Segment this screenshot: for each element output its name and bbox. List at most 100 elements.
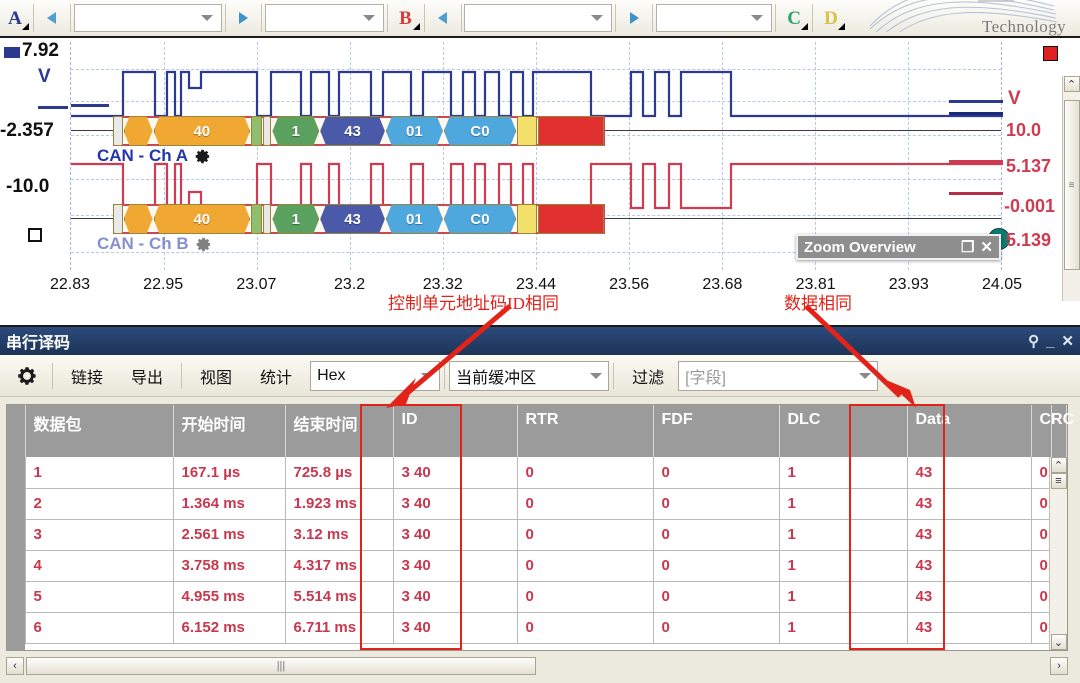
table-cell[interactable]: 01 C0 bbox=[1031, 488, 1052, 520]
table-cell[interactable]: 0 bbox=[653, 581, 780, 613]
channel-b-label-group[interactable]: CAN - Ch B bbox=[97, 234, 212, 254]
gear-icon[interactable] bbox=[195, 236, 212, 253]
cursor-b-button[interactable]: B bbox=[391, 3, 421, 33]
cursor-a-measure-combo[interactable] bbox=[265, 4, 384, 32]
table-row[interactable]: 54.955 ms5.514 ms3 400014301 C0 bbox=[7, 581, 1067, 613]
pin-icon[interactable]: ⚲ bbox=[1028, 332, 1039, 350]
table-cell[interactable]: 01 C0 bbox=[1031, 457, 1052, 489]
field-combo[interactable]: [字段] bbox=[678, 360, 879, 391]
table-cell[interactable]: 5.514 ms bbox=[285, 581, 394, 613]
table-cell[interactable]: 2.561 ms bbox=[173, 519, 286, 551]
table-cell[interactable]: 4.955 ms bbox=[173, 581, 286, 613]
table-cell[interactable]: 3 40 bbox=[393, 550, 518, 582]
table-cell[interactable]: 0 bbox=[653, 612, 780, 644]
table-cell[interactable]: 725.8 µs bbox=[285, 457, 394, 489]
table-cell[interactable]: 3.758 ms bbox=[173, 550, 286, 582]
decode-table-container[interactable]: 数据包 开始时间 结束时间 ID RTR FDF DLC Data CRC 1 167.1 µs 7… bbox=[6, 404, 1074, 651]
table-cell[interactable]: 5 bbox=[25, 581, 174, 613]
column-header-Data[interactable]: Data bbox=[907, 405, 1032, 457]
table-cell[interactable]: 01 C0 bbox=[1031, 519, 1052, 551]
decoded-frame-channel-b[interactable]: 40 1 43 01 C0 bbox=[113, 204, 605, 234]
table-cell[interactable]: 43 bbox=[907, 550, 1032, 582]
view-button[interactable]: 视图 bbox=[186, 361, 246, 391]
restore-icon[interactable]: ❐ bbox=[961, 238, 974, 256]
scope-vscroll-track[interactable]: ≡ bbox=[1063, 92, 1080, 301]
table-cell[interactable]: 6 bbox=[25, 612, 174, 644]
table-cell[interactable]: 1 bbox=[779, 457, 908, 489]
close-icon[interactable]: ✕ bbox=[1061, 332, 1074, 350]
scope-vscrollbar[interactable]: ⌃ ≡ ⌄ bbox=[1062, 76, 1080, 301]
stats-button[interactable]: 统计 bbox=[246, 361, 306, 391]
channel-b-enable-checkbox[interactable] bbox=[28, 228, 42, 242]
close-icon[interactable]: ✕ bbox=[980, 238, 993, 256]
table-cell[interactable]: 4 bbox=[25, 550, 174, 582]
table-cell[interactable]: 0 bbox=[653, 550, 780, 582]
table-cell[interactable]: 3 40 bbox=[393, 612, 518, 644]
table-cell[interactable]: 6.152 ms bbox=[173, 612, 286, 644]
column-header-ID[interactable]: ID bbox=[393, 405, 518, 457]
table-row[interactable]: 43.758 ms4.317 ms3 400014301 C0 bbox=[7, 550, 1067, 582]
minimize-icon[interactable]: _ bbox=[1046, 333, 1054, 350]
table-cell[interactable]: 43 bbox=[907, 612, 1032, 644]
column-header-数据包[interactable]: 数据包 bbox=[25, 405, 174, 457]
scroll-up-button[interactable]: ⌃ bbox=[1050, 457, 1067, 473]
table-cell[interactable]: 0 bbox=[517, 519, 654, 551]
cursor-a-button[interactable]: A bbox=[0, 3, 30, 33]
table-cell[interactable]: 3 40 bbox=[393, 581, 518, 613]
panel-hscrollbar[interactable]: ‹ ||| › bbox=[6, 655, 1068, 677]
table-cell[interactable]: 2 bbox=[25, 488, 174, 520]
table-vscroll-thumb[interactable]: ≡ bbox=[1050, 473, 1067, 489]
cursor-c-button[interactable]: C bbox=[779, 3, 809, 33]
table-cell[interactable]: 43 bbox=[907, 488, 1032, 520]
link-button[interactable]: 链接 bbox=[57, 361, 117, 391]
cursor-b-next-button[interactable] bbox=[619, 3, 649, 33]
cursor-d-button[interactable]: D bbox=[816, 3, 846, 33]
scroll-down-button[interactable]: ⌄ bbox=[1050, 634, 1067, 650]
table-cell[interactable]: 3 bbox=[25, 519, 174, 551]
table-cell[interactable]: 1 bbox=[779, 581, 908, 613]
panel-hscroll-track[interactable]: ||| bbox=[24, 657, 1050, 675]
filter-button[interactable]: 过滤 bbox=[618, 361, 678, 391]
buffer-combo[interactable]: 当前缓冲区 bbox=[449, 360, 610, 391]
table-cell[interactable]: 0 bbox=[653, 457, 780, 489]
frame-segment-C0[interactable]: C0 bbox=[444, 204, 516, 234]
table-cell[interactable]: 1.923 ms bbox=[285, 488, 394, 520]
column-header-开始时间[interactable]: 开始时间 bbox=[173, 405, 286, 457]
table-cell[interactable]: 4.317 ms bbox=[285, 550, 394, 582]
table-cell[interactable]: 3 40 bbox=[393, 457, 518, 489]
column-header-结束时间[interactable]: 结束时间 bbox=[285, 405, 394, 457]
table-cell[interactable]: 43 bbox=[907, 457, 1032, 489]
table-cell[interactable]: 1 bbox=[779, 550, 908, 582]
table-cell[interactable]: 1 bbox=[25, 457, 174, 489]
frame-segment-1[interactable]: 1 bbox=[272, 204, 319, 234]
column-header-CRC[interactable]: CRC bbox=[1031, 405, 1074, 457]
table-cell[interactable]: 01 C0 bbox=[1031, 612, 1052, 644]
frame-segment-01[interactable]: 01 bbox=[386, 204, 443, 234]
column-header-RTR[interactable]: RTR bbox=[517, 405, 654, 457]
scroll-left-button[interactable]: ‹ bbox=[6, 657, 24, 675]
table-cell[interactable]: 1 bbox=[779, 612, 908, 644]
table-cell[interactable]: 1.364 ms bbox=[173, 488, 286, 520]
frame-segment[interactable] bbox=[517, 204, 538, 234]
column-header-FDF[interactable]: FDF bbox=[653, 405, 780, 457]
oscilloscope-view[interactable]: 40 1 43 01 C0 CAN - Ch A 40 1 43 01 C0 CAN - Ch … bbox=[0, 38, 1080, 301]
table-cell[interactable]: 01 C0 bbox=[1031, 550, 1052, 582]
cursor-b-measure-combo[interactable] bbox=[655, 4, 773, 32]
frame-segment[interactable] bbox=[124, 204, 153, 234]
cursor-a-next-button[interactable] bbox=[228, 3, 258, 33]
table-vscrollbar[interactable]: ⌃ ≡ ⌄ bbox=[1049, 457, 1067, 650]
table-cell[interactable]: 3.12 ms bbox=[285, 519, 394, 551]
table-cell[interactable]: 0 bbox=[517, 612, 654, 644]
zoom-overview-widget[interactable]: Zoom Overview ❐ ✕ bbox=[796, 234, 1001, 260]
cursor-b-source-combo[interactable] bbox=[464, 4, 613, 32]
table-cell[interactable]: 0 bbox=[517, 550, 654, 582]
table-cell[interactable]: 1 bbox=[779, 488, 908, 520]
table-cell[interactable]: 167.1 µs bbox=[173, 457, 286, 489]
table-row[interactable]: 1167.1 µs725.8 µs3 400014301 C0 bbox=[7, 457, 1067, 489]
cursor-a-prev-button[interactable] bbox=[37, 3, 67, 33]
panel-hscroll-thumb[interactable]: ||| bbox=[26, 657, 536, 675]
frame-segment[interactable] bbox=[538, 204, 605, 234]
scroll-up-button[interactable]: ⌃ bbox=[1063, 76, 1080, 92]
scope-vscroll-thumb[interactable]: ≡ bbox=[1063, 100, 1080, 270]
cursor-a-source-combo[interactable] bbox=[73, 4, 222, 32]
